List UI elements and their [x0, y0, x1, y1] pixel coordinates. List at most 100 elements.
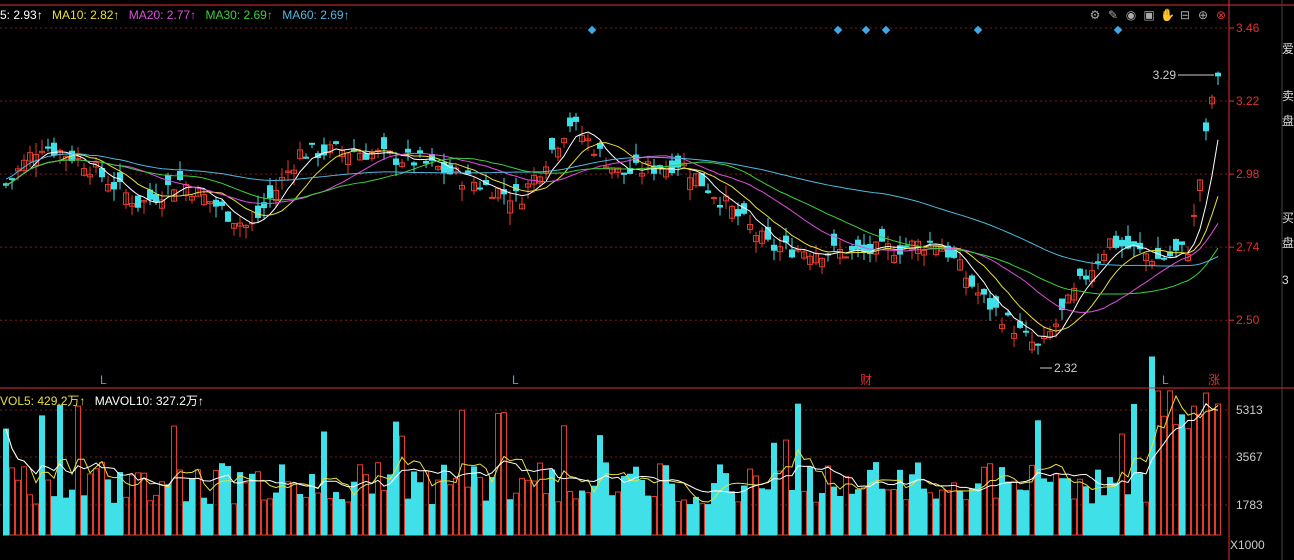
volume-bar [735, 501, 741, 536]
volume-bar [87, 473, 93, 536]
volume-bar [213, 469, 219, 536]
event-marker: L [1162, 373, 1169, 387]
mavol5-legend: VOL5: 429.2万↑ [0, 394, 86, 408]
volume-bar [651, 495, 657, 536]
candles [3, 71, 1221, 355]
strip-label: 爱 [1282, 42, 1294, 56]
volume-bar [381, 490, 387, 536]
volume-bar [987, 463, 993, 536]
volume-bar [1185, 428, 1191, 536]
candle-body [147, 189, 153, 200]
volume-bar [45, 479, 51, 536]
volume-bar [609, 495, 615, 536]
bag-icon[interactable]: ▣ [1142, 8, 1156, 22]
volume-bar [597, 435, 603, 536]
volume-bar [741, 485, 747, 536]
volume-bar [483, 500, 489, 536]
volume-bar [693, 496, 699, 536]
volume-bar [189, 478, 195, 536]
volume-bar [933, 498, 939, 536]
volume-bar [885, 489, 891, 536]
volume-bar [327, 497, 333, 536]
candle-body [1119, 239, 1125, 247]
candle-body [987, 298, 993, 310]
volume-bar [705, 504, 711, 536]
volume-bar [477, 476, 483, 536]
hand-icon[interactable]: ✋ [1160, 8, 1175, 22]
candle-body [153, 194, 159, 203]
volume-bar [201, 497, 207, 536]
volume-bar [1155, 390, 1161, 536]
volume-bar [975, 483, 981, 536]
volume-bar [969, 488, 975, 536]
volume-bar [459, 409, 465, 536]
volume-bars [3, 356, 1221, 536]
grid-lines [0, 27, 1229, 506]
volume-bar [1209, 409, 1215, 536]
volume-bar [513, 492, 519, 536]
volume-bar [645, 495, 651, 536]
stock-chart: 3.46 3.22 2.98 2.74 2.50 5313 3567 1783 X1000 L L… [0, 0, 1294, 560]
diamond-marker [973, 25, 983, 35]
volume-bar [495, 412, 501, 536]
candle-body [981, 288, 987, 295]
candle-body [1203, 122, 1209, 132]
candle-body [855, 239, 861, 250]
volume-bar [729, 491, 735, 536]
chart-toolbar: ⚙ ✎ ◉ ▣ ✋ ⊟ ⊕ ⊗ [1088, 8, 1228, 22]
volume-bar [675, 500, 681, 536]
volume-bar [807, 466, 813, 536]
eye-icon[interactable]: ◉ [1124, 8, 1138, 22]
candle-body [1215, 72, 1221, 77]
volume-bar [27, 494, 33, 536]
candle-body [1095, 261, 1101, 264]
gear-icon[interactable]: ⚙ [1088, 8, 1102, 22]
volume-bar [1047, 481, 1053, 536]
volume-bar [309, 474, 315, 536]
candle-body [135, 195, 141, 208]
volume-bar [957, 491, 963, 536]
volume-bar [813, 501, 819, 536]
candle-body [927, 240, 933, 243]
volume-bar [153, 494, 159, 536]
volume-bar [405, 498, 411, 536]
ruler-icon[interactable]: ⊟ [1178, 8, 1192, 22]
volume-bar [921, 488, 927, 536]
volume-bar [543, 493, 549, 536]
volume-bar [33, 503, 39, 536]
ma60-legend: MA60: 2.69↑ [282, 8, 350, 22]
volume-bar [579, 490, 585, 536]
volume-bar [723, 473, 729, 536]
volume-bar [9, 467, 15, 536]
candle-body [1035, 343, 1041, 346]
volume-bar [777, 470, 783, 536]
candle-body [591, 153, 597, 156]
candle-body [225, 211, 231, 222]
right-strip: 爱 卖 盘 买 盘 3 [1282, 40, 1294, 287]
volume-bar [927, 492, 933, 536]
volume-bar [567, 490, 573, 536]
candle-body [267, 185, 273, 199]
candle-body [333, 141, 339, 144]
diamond-marker [861, 25, 871, 35]
max-label: 3.29 [1153, 68, 1177, 82]
volume-bar [1173, 424, 1179, 536]
volume-bar [1011, 480, 1017, 536]
pen-icon[interactable]: ✎ [1106, 8, 1120, 22]
candle-body [1005, 312, 1011, 316]
volume-bar [51, 496, 57, 536]
volume-bar [1113, 482, 1119, 536]
y-tick-label: 2.74 [1236, 240, 1260, 254]
volume-bar [687, 504, 693, 536]
volume-bar [1059, 478, 1065, 536]
candle-body [879, 228, 885, 242]
volume-bar [339, 499, 345, 536]
vol-tick-label: 1783 [1236, 498, 1263, 512]
strip-label: 买 [1282, 211, 1294, 225]
volume-bar [837, 495, 843, 536]
vol-tick-label: 3567 [1236, 450, 1263, 464]
volume-bar [219, 463, 225, 536]
zoom-in-icon[interactable]: ⊕ [1196, 8, 1210, 22]
close-icon[interactable]: ⊗ [1214, 8, 1228, 22]
candle-body [1113, 235, 1119, 248]
